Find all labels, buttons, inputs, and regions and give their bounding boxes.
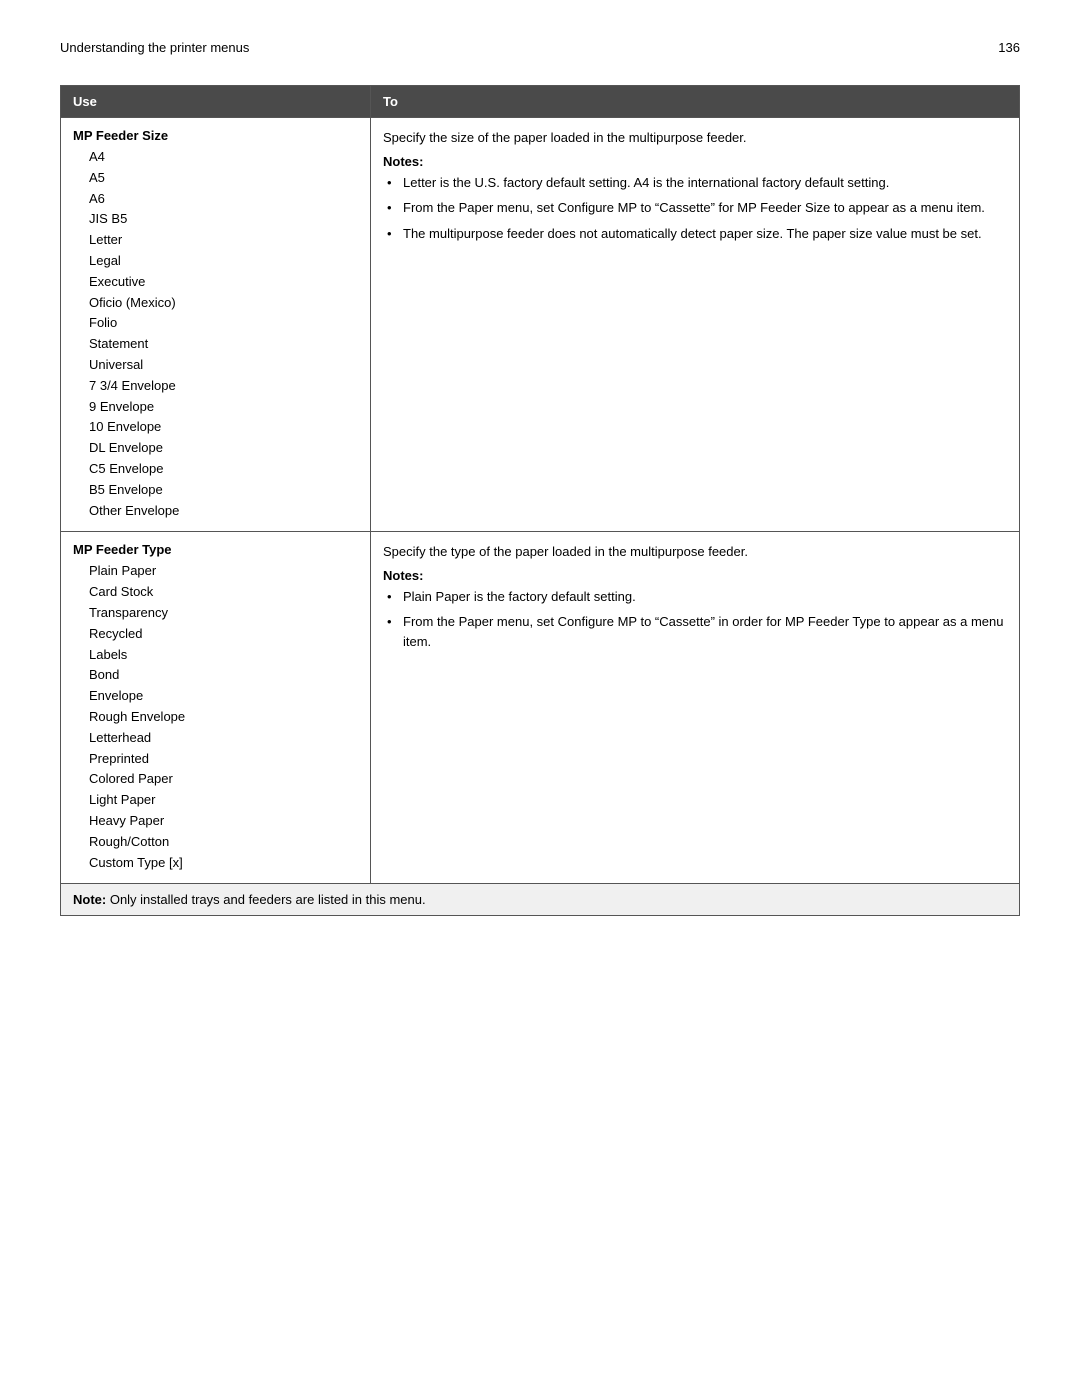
list-item: A5 — [89, 168, 358, 189]
header-left: Understanding the printer menus — [60, 40, 249, 55]
table-header-row: Use To — [61, 86, 1020, 118]
list-item: Universal — [89, 355, 358, 376]
list-item: Envelope — [89, 686, 358, 707]
list-item: Recycled — [89, 624, 358, 645]
list-item: Legal — [89, 251, 358, 272]
list-item: Executive — [89, 272, 358, 293]
list-item: Card Stock — [89, 582, 358, 603]
list-item: C5 Envelope — [89, 459, 358, 480]
list-item: Labels — [89, 645, 358, 666]
right-cell-mp-feeder-type: Specify the type of the paper loaded in … — [371, 532, 1020, 884]
col1-header: Use — [61, 86, 371, 118]
list-item: Oficio (Mexico) — [89, 293, 358, 314]
right-cell-mp-feeder-size: Specify the size of the paper loaded in … — [371, 118, 1020, 532]
page-header: Understanding the printer menus 136 — [60, 40, 1020, 55]
left-cell-mp-feeder-type: MP Feeder Type Plain PaperCard StockTrans… — [61, 532, 371, 884]
header-right: 136 — [998, 40, 1020, 55]
bullet-list-mp-feeder-size: Letter is the U.S. factory default setti… — [383, 173, 1007, 244]
bullet-item: From the Paper menu, set Configure MP to… — [383, 612, 1007, 651]
list-item: JIS B5 — [89, 209, 358, 230]
list-item: Other Envelope — [89, 501, 358, 522]
list-item: Light Paper — [89, 790, 358, 811]
list-item: Preprinted — [89, 749, 358, 770]
list-item: Transparency — [89, 603, 358, 624]
item-list-mp-feeder-type: Plain PaperCard StockTransparencyRecycle… — [73, 561, 358, 873]
table-row-mp-feeder-size: MP Feeder Size A4A5A6JIS B5LetterLegalExe… — [61, 118, 1020, 532]
section-title-mp-feeder-type: MP Feeder Type — [73, 542, 358, 557]
list-item: Colored Paper — [89, 769, 358, 790]
footer-row: Note: Only installed trays and feeders a… — [61, 884, 1020, 916]
footer-text: Only installed trays and feeders are lis… — [106, 892, 425, 907]
bullet-item: From the Paper menu, set Configure MP to… — [383, 198, 1007, 218]
list-item: Letterhead — [89, 728, 358, 749]
list-item: 9 Envelope — [89, 397, 358, 418]
col2-header: To — [371, 86, 1020, 118]
bullet-list-mp-feeder-type: Plain Paper is the factory default setti… — [383, 587, 1007, 652]
main-table: Use To MP Feeder SizeA4A5A6JIS B5LetterL… — [60, 85, 1020, 916]
list-item: Bond — [89, 665, 358, 686]
list-item: 7 3/4 Envelope — [89, 376, 358, 397]
list-item: DL Envelope — [89, 438, 358, 459]
bullet-item: Letter is the U.S. factory default setti… — [383, 173, 1007, 193]
section-title-mp-feeder-size: MP Feeder Size — [73, 128, 358, 143]
list-item: Plain Paper — [89, 561, 358, 582]
bullet-item: Plain Paper is the factory default setti… — [383, 587, 1007, 607]
list-item: Rough/Cotton — [89, 832, 358, 853]
list-item: Heavy Paper — [89, 811, 358, 832]
item-list-mp-feeder-size: A4A5A6JIS B5LetterLegalExecutiveOficio (… — [73, 147, 358, 521]
list-item: Letter — [89, 230, 358, 251]
list-item: B5 Envelope — [89, 480, 358, 501]
list-item: 10 Envelope — [89, 417, 358, 438]
bullet-item: The multipurpose feeder does not automat… — [383, 224, 1007, 244]
list-item: Statement — [89, 334, 358, 355]
footer-bold: Note: — [73, 892, 106, 907]
footer-cell: Note: Only installed trays and feeders a… — [61, 884, 1020, 916]
list-item: A4 — [89, 147, 358, 168]
list-item: A6 — [89, 189, 358, 210]
list-item: Folio — [89, 313, 358, 334]
right-description-mp-feeder-size: Specify the size of the paper loaded in … — [383, 128, 1007, 148]
list-item: Rough Envelope — [89, 707, 358, 728]
notes-title-mp-feeder-type: Notes: — [383, 568, 1007, 583]
left-cell-mp-feeder-size: MP Feeder Size A4A5A6JIS B5LetterLegalExe… — [61, 118, 371, 532]
table-row-mp-feeder-type: MP Feeder Type Plain PaperCard StockTrans… — [61, 532, 1020, 884]
list-item: Custom Type [x] — [89, 853, 358, 874]
notes-title-mp-feeder-size: Notes: — [383, 154, 1007, 169]
right-description-mp-feeder-type: Specify the type of the paper loaded in … — [383, 542, 1007, 562]
